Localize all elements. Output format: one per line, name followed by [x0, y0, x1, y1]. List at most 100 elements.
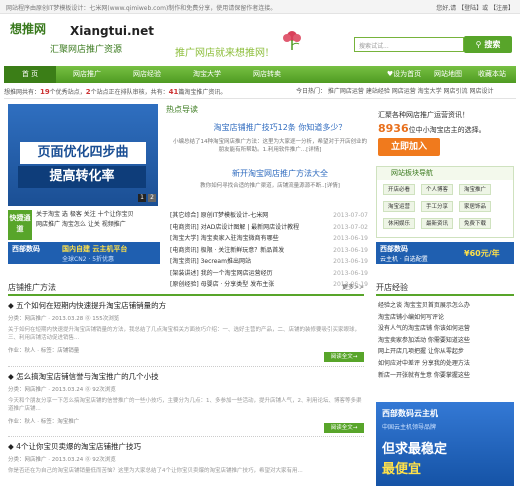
list-item[interactable]: [淘宝资讯] 3ecream推出网站 2013-06-19 [170, 256, 368, 268]
news-date: 2013-06-19 [333, 269, 368, 277]
list-item[interactable]: 新店一开张就有生意 你要掌握这些 [378, 370, 514, 382]
news-title: [淘宝大学] 淘宝卖家入驻淘宝微商有哪些 [170, 235, 279, 242]
quick-links-row[interactable]: 关于淘宝 选 极客 关注 十个让你宝贝 [36, 210, 160, 220]
ad-banner-cloud[interactable]: 西部数码 国内自建 云主机平台 全球CN2 · 5折优惠 [8, 242, 160, 264]
stats-text-1: 个优秀站点， [49, 89, 86, 96]
tag-link[interactable]: 家居饰品 [459, 201, 491, 212]
slide-page-1[interactable]: 1 [138, 194, 146, 202]
tag-link[interactable]: 免费下载 [459, 218, 491, 229]
tag-link[interactable]: 休闲娱乐 [383, 218, 415, 229]
article-title-text: 4个让你宝贝卖爆的淘宝店铺推广技巧 [16, 442, 141, 451]
nav-shop-transfer[interactable]: 网店转卖 [238, 66, 296, 83]
nav-home[interactable]: 首 页 [4, 66, 56, 83]
hot-heading: 热点导读 [166, 105, 198, 114]
search-button[interactable]: ⚲ 搜索 [464, 36, 512, 53]
article-tags: 作业：秋人 · 标签：店铺销量 [8, 348, 80, 354]
nav-sitemap[interactable]: 网站地图 [428, 66, 468, 83]
news-list: [其它综合] 原创IT梦模板设计-七米网 2013-07-07 [电商资讯] 对A… [170, 210, 368, 291]
diamond-icon: ◆ [8, 301, 14, 310]
article-title[interactable]: ◆ 五个如何在短期内快速提升淘宝店铺销量的方 [8, 300, 364, 311]
divider [8, 366, 364, 367]
list-item[interactable]: [其它综合] 原创IT梦模板设计-七米网 2013-07-07 [170, 210, 368, 222]
stats-text-3: 篇淘宝推广资讯。 [178, 89, 227, 96]
news-date: 2013-06-19 [333, 235, 368, 242]
ad-headline-2: 最便宜 [382, 462, 422, 477]
hot-links[interactable]: 今日热门： 推广网店运营 建站经验 网店运营 淘宝大学 网店引流 网店设计 [296, 85, 493, 99]
article-meta: 分类：网店推广 · 2013.03.28 ⓪ 155次浏览 [8, 316, 120, 322]
news-title: [其它综合] 原创IT梦模板设计-七米网 [170, 212, 269, 219]
list-item[interactable]: [电商资讯] 对AD店设计图解 | 最新网店设计教程 2013-07-02 [170, 222, 368, 234]
article-body: 你是否还在为自己的淘宝店铺销量低而苦恼？这里为大家总结了4个让你宝贝卖爆的淘宝店… [8, 468, 303, 474]
stats-text-2: 个站点正在排队审核，共有： [90, 89, 169, 96]
read-more-button[interactable]: 阅读全文→ [324, 352, 364, 362]
tag-link[interactable]: 个人博客 [421, 184, 453, 195]
nav-shop-promotion[interactable]: 网店推广 [58, 66, 116, 83]
section-nav-box: 网站板块导航 开店必看 个人博客 淘宝推广 淘宝运营 手工分享 家居饰品 休闲娱… [376, 166, 514, 238]
login-register-links[interactable]: 您好,请 【登陆】或 【注册】 [436, 3, 514, 12]
news-date: 2013-07-02 [333, 223, 368, 231]
news-date: 2013-07-07 [333, 212, 368, 219]
hot-article-title[interactable]: 新开淘宝网店推广方法大全 [190, 168, 370, 179]
top-notice: 网站程序由原创IT梦模板设计：七米网(www.qimiweb.com)制作和免费… [6, 5, 277, 12]
site-logo[interactable]: 想推网 [10, 20, 46, 37]
nav-bookmark[interactable]: 收藏本站 [470, 66, 514, 83]
article-body: 今天和个朋友分享一下怎么搞淘宝店铺的信誉推广的一些小技巧，主要分为几点：1、多参… [8, 398, 362, 412]
stats-sites-count: 19 [40, 88, 50, 96]
list-item[interactable]: [淘宝大学] 淘宝卖家入驻淘宝微商有哪些 2013-06-19 [170, 233, 368, 245]
article-body: 关于如何在短期内快速提升淘宝店铺销量的方法，我总结了几点淘宝相关方面技巧介绍：一… [8, 327, 361, 341]
list-item[interactable]: 没有人气的淘宝店铺 你该如何运营 [378, 323, 514, 335]
ad-sub: 全球CN2 · 5折优惠 [62, 256, 115, 263]
list-item[interactable]: [电商资讯] 极限 · 关注新鲜玩意？新品首发 2013-06-19 [170, 245, 368, 257]
tag-link[interactable]: 手工分享 [421, 201, 453, 212]
hot-article-title[interactable]: 淘宝店铺推广技巧12条 你知道多少？ [190, 122, 370, 133]
quick-access-label: 快捷通道 [8, 210, 32, 240]
join-button[interactable]: 立即加入 [378, 138, 440, 156]
list-item[interactable]: 淘宝卖家参加活动 你需要知道这些 [378, 335, 514, 347]
flower-icon [283, 31, 301, 50]
banner-subtitle: 提高转化率 [18, 166, 146, 188]
right-section-header: 开店经验 [376, 281, 514, 296]
article-meta: 分类：网店推广 · 2013.03.24 ⓪ 92次浏览 [8, 387, 116, 393]
read-more-button[interactable]: 阅读全文→ [324, 423, 364, 433]
member-count: 8936 [378, 122, 409, 135]
header-tagline: 推广网店就来想推网! [175, 48, 270, 59]
ad-line: 中国云主机领导品牌 [382, 424, 437, 431]
nav-taobao-university[interactable]: 淘宝大学 [178, 66, 236, 83]
list-item[interactable]: 淘宝店铺小编如何写评论 [378, 312, 514, 324]
slide-page-2[interactable]: 2 [148, 194, 156, 202]
ad-brand: 西部数码 [380, 245, 408, 253]
nav-set-homepage[interactable]: ♥设为首页 [382, 66, 426, 83]
list-item[interactable]: 网上开店几项把握 让你从零起步 [378, 346, 514, 358]
tag-link[interactable]: 淘宝运营 [383, 201, 415, 212]
list-item[interactable]: 如何应对中差评 分享我的处理方法 [378, 358, 514, 370]
search-button-label: 搜索 [484, 40, 501, 49]
article-title[interactable]: ◆ 怎么搞淘宝店铺信誉与淘宝推广的几个小技 [8, 371, 364, 382]
join-promo-count: 8936位中小淘宝店主的选择。 [378, 122, 486, 135]
search-input[interactable]: 搜索试试... [354, 37, 464, 52]
slideshow-banner[interactable]: 页面优化四步曲 提高转化率 [8, 104, 158, 206]
site-slogan: 汇聚网店推广资源 [50, 45, 123, 55]
news-title: [电商资讯] 对AD店设计图解 | 最新网店设计教程 [170, 223, 300, 231]
tag-link[interactable]: 开店必看 [383, 184, 415, 195]
stats-articles-count: 41 [168, 88, 179, 96]
tag-link[interactable]: 最新资讯 [421, 218, 453, 229]
news-title: [淘宝资讯] 3ecream推出网站 [170, 258, 251, 265]
ad-banner-cloud-price[interactable]: 西部数码 云主机 · 自选配置 ¥60元/年 [376, 242, 514, 264]
diamond-icon: ◆ [8, 372, 14, 381]
list-item[interactable]: [架装讲述] 我的一个淘宝网店运营经历 2013-06-19 [170, 268, 368, 280]
news-date: 2013-06-19 [333, 246, 368, 254]
more-link[interactable]: 更多>> [342, 281, 364, 294]
article-title-text: 怎么搞淘宝店铺信誉与淘宝推广的几个小技 [16, 372, 159, 381]
ad-text: 云主机 · 自选配置 [380, 256, 428, 263]
tag-link[interactable]: 淘宝推广 [459, 184, 491, 195]
hot-article-summary: 小编总结了14种淘宝网店推广方法：这里为大家逐一分析，希望对于开店创业的朋友能有… [172, 139, 367, 153]
section-nav-heading: 网站板块导航 [377, 167, 513, 180]
list-item[interactable]: 经验之谈 淘宝宝贝首页展示怎么办 [378, 300, 514, 312]
news-title: [架装讲述] 我的一个淘宝网店运营经历 [170, 269, 273, 277]
nav-shop-experience[interactable]: 网店经验 [118, 66, 176, 83]
ad-banner-cloud-vertical[interactable]: 西部数码云主机 中国云主机领导品牌 但求最稳定 最便宜 [376, 402, 514, 486]
quick-links-row[interactable]: 网店推广 淘宝怎么 让关 视频推广 [36, 220, 160, 230]
join-promo-text: 汇聚各种网店推广运营资讯！ [378, 111, 469, 119]
experience-list: 经验之谈 淘宝宝贝首页展示怎么办 淘宝店铺小编如何写评论 没有人气的淘宝店铺 你… [378, 300, 514, 381]
article-title[interactable]: ◆ 4个让你宝贝卖爆的淘宝店铺推广技巧 [8, 441, 364, 452]
